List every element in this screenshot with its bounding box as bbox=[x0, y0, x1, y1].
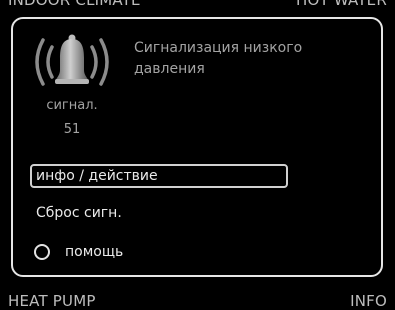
radio-circle-icon[interactable] bbox=[34, 244, 50, 260]
tab-indoor-climate: INDOOR CLIMATE bbox=[8, 0, 141, 9]
info-action-item[interactable]: инфо / действие bbox=[30, 164, 288, 188]
tab-heat-pump: HEAT PUMP bbox=[8, 292, 96, 310]
reset-alarm-item[interactable]: Сброс сигн. bbox=[30, 202, 288, 226]
alarm-title: Сигнализация низкого давления bbox=[134, 40, 303, 77]
tab-info: INFO bbox=[350, 292, 387, 310]
alarm-dialog: Сигнализация низкого давления сигнал. 51… bbox=[11, 17, 383, 277]
alarm-code: 51 bbox=[63, 122, 81, 137]
tab-hot-water: HOT WATER bbox=[296, 0, 387, 9]
help-option[interactable]: помощь bbox=[34, 241, 123, 263]
help-label: помощь bbox=[65, 244, 124, 260]
alarm-bell-icon bbox=[29, 30, 115, 94]
alarm-caption: сигнал. bbox=[46, 98, 98, 113]
